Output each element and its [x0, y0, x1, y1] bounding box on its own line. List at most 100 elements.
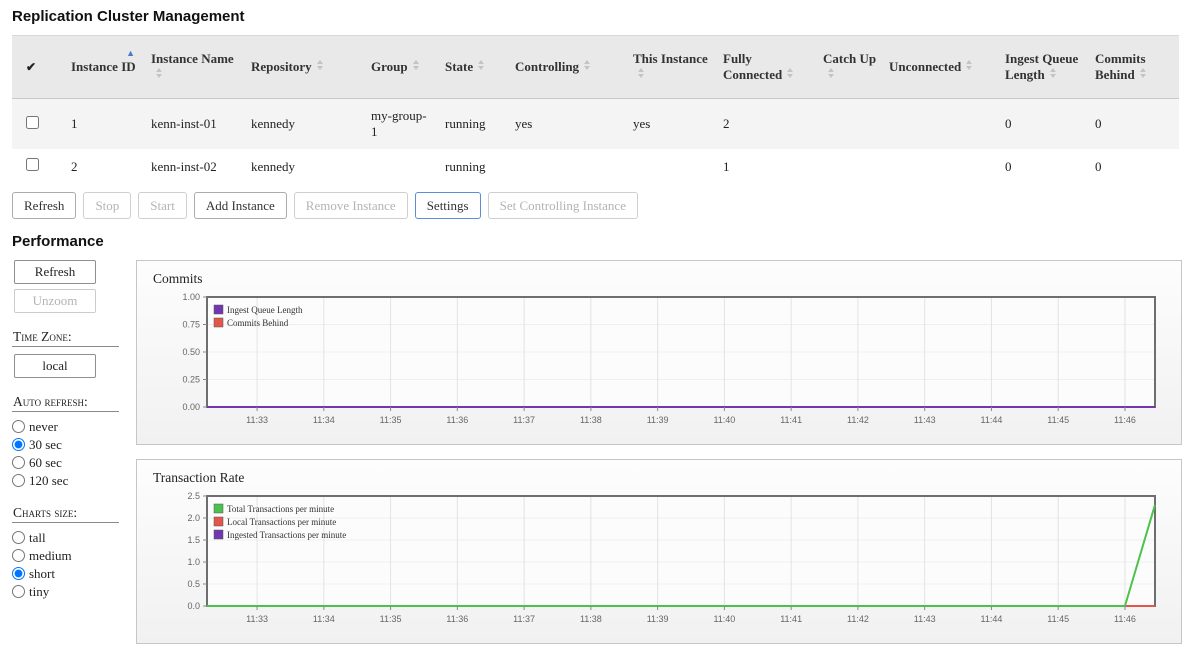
svg-text:11:44: 11:44 [981, 415, 1003, 425]
column-header-this-instance[interactable]: This Instance [627, 36, 717, 99]
column-header-instance-id[interactable]: Instance ID▲ [65, 36, 145, 99]
sort-icon [413, 60, 419, 70]
chart-refresh-button[interactable]: Refresh [14, 260, 96, 284]
cell-catch-up [817, 149, 883, 184]
radio-label: tall [29, 530, 46, 545]
charts-size-option-tiny[interactable]: tiny [12, 584, 136, 600]
unzoom-button[interactable]: Unzoom [14, 289, 96, 313]
svg-text:11:46: 11:46 [1114, 415, 1136, 425]
column-header-commits-behind[interactable]: Commits Behind [1089, 36, 1179, 99]
svg-text:11:38: 11:38 [580, 614, 602, 624]
column-header-label: Controlling [515, 59, 579, 74]
auto-refresh-option-60-sec[interactable]: 60 sec [12, 455, 136, 471]
svg-text:Ingest Queue Length: Ingest Queue Length [227, 305, 303, 315]
svg-text:11:39: 11:39 [647, 614, 669, 624]
cell-ingest-queue-length: 0 [999, 149, 1089, 184]
svg-text:Total Transactions per minute: Total Transactions per minute [227, 504, 334, 514]
table-body: 1kenn-inst-01kennedymy-group-1runningyes… [12, 99, 1179, 185]
column-header-state[interactable]: State [439, 36, 509, 99]
chart-plot: 0.00.51.01.52.02.511:3311:3411:3511:3611… [143, 490, 1179, 634]
charts-size-option-short[interactable]: short [12, 566, 136, 582]
svg-text:11:42: 11:42 [847, 415, 869, 425]
svg-text:Commits Behind: Commits Behind [227, 318, 289, 328]
radio-label: 120 sec [29, 473, 68, 488]
add-instance-button[interactable]: Add Instance [194, 192, 287, 219]
svg-text:11:41: 11:41 [780, 415, 802, 425]
radio-label: short [29, 566, 55, 581]
chart-title: Transaction Rate [153, 470, 1177, 486]
charts-size-option-medium[interactable]: medium [12, 548, 136, 564]
cell-unconnected [883, 99, 999, 150]
charts-size-radio[interactable] [12, 531, 25, 544]
cell-catch-up [817, 99, 883, 150]
svg-text:0.00: 0.00 [182, 402, 200, 412]
cell-group: my-group-1 [365, 99, 439, 150]
settings-button[interactable]: Settings [415, 192, 481, 219]
svg-text:11:44: 11:44 [981, 614, 1003, 624]
auto-refresh-option-never[interactable]: never [12, 419, 136, 435]
cell-commits-behind: 0 [1089, 99, 1179, 150]
cell-state: running [439, 149, 509, 184]
column-header-catch-up[interactable]: Catch Up [817, 36, 883, 99]
radio-label: 30 sec [29, 437, 62, 452]
auto-refresh-label: Auto refresh: [12, 394, 119, 412]
svg-text:11:38: 11:38 [580, 415, 602, 425]
column-header-fully-connected[interactable]: Fully Connected [717, 36, 817, 99]
stop-button[interactable]: Stop [83, 192, 131, 219]
refresh-button[interactable]: Refresh [12, 192, 76, 219]
auto-refresh-radio[interactable] [12, 456, 25, 469]
column-header-repository[interactable]: Repository [245, 36, 365, 99]
cell-repository: kennedy [245, 99, 365, 150]
row-select-checkbox[interactable] [26, 116, 39, 129]
svg-text:11:35: 11:35 [380, 415, 402, 425]
charts-size-option-tall[interactable]: tall [12, 530, 136, 546]
svg-text:11:37: 11:37 [513, 614, 535, 624]
column-header-label: Commits Behind [1095, 51, 1146, 82]
chart-plot: 0.000.250.500.751.0011:3311:3411:3511:36… [143, 291, 1179, 435]
column-header-label: Ingest Queue Length [1005, 51, 1078, 82]
svg-text:0.25: 0.25 [182, 375, 200, 385]
set-controlling-instance-button[interactable]: Set Controlling Instance [488, 192, 638, 219]
timezone-label: Time Zone: [12, 329, 119, 347]
auto-refresh-radio[interactable] [12, 420, 25, 433]
sort-icon [156, 68, 162, 78]
row-select-checkbox[interactable] [26, 158, 39, 171]
cell-controlling: yes [509, 99, 627, 150]
column-header-label: Repository [251, 59, 312, 74]
column-header-select[interactable]: ✔ [12, 36, 65, 99]
sort-icon [584, 60, 590, 70]
timezone-button[interactable]: local [14, 354, 96, 378]
column-header-controlling[interactable]: Controlling [509, 36, 627, 99]
svg-text:11:37: 11:37 [513, 415, 535, 425]
row-select-cell [12, 99, 65, 150]
remove-instance-button[interactable]: Remove Instance [294, 192, 408, 219]
svg-text:11:45: 11:45 [1047, 415, 1069, 425]
column-header-instance-name[interactable]: Instance Name [145, 36, 245, 99]
column-header-group[interactable]: Group [365, 36, 439, 99]
chart-panel-transaction-rate: Transaction Rate 0.00.51.01.52.02.511:331… [136, 459, 1182, 644]
column-header-label: State [445, 59, 473, 74]
radio-label: medium [29, 548, 72, 563]
charts-size-radio[interactable] [12, 549, 25, 562]
svg-text:1.0: 1.0 [187, 557, 200, 567]
table-row: 2kenn-inst-02kennedyrunning100 [12, 149, 1179, 184]
charts-size-radio[interactable] [12, 585, 25, 598]
cell-repository: kennedy [245, 149, 365, 184]
auto-refresh-option-120-sec[interactable]: 120 sec [12, 473, 136, 489]
column-header-unconnected[interactable]: Unconnected [883, 36, 999, 99]
charts-size-radio[interactable] [12, 567, 25, 580]
start-button[interactable]: Start [138, 192, 187, 219]
cell-unconnected [883, 149, 999, 184]
svg-text:11:36: 11:36 [446, 614, 468, 624]
auto-refresh-radio[interactable] [12, 438, 25, 451]
sidebar-groups: Time Zone: local Auto refresh: never 30 sec 6… [12, 329, 136, 600]
auto-refresh-option-30-sec[interactable]: 30 sec [12, 437, 136, 453]
svg-text:11:33: 11:33 [246, 415, 268, 425]
table-row: 1kenn-inst-01kennedymy-group-1runningyes… [12, 99, 1179, 150]
column-header-ingest-queue-length[interactable]: Ingest Queue Length [999, 36, 1089, 99]
auto-refresh-radio[interactable] [12, 474, 25, 487]
charts-size-label: Charts size: [12, 505, 119, 523]
instances-table: ✔ Instance ID▲ Instance Name Repository Gro… [12, 35, 1179, 184]
column-header-label: Instance Name [151, 51, 234, 66]
charts-column: Commits0.000.250.500.751.0011:3311:3411:… [136, 260, 1182, 658]
